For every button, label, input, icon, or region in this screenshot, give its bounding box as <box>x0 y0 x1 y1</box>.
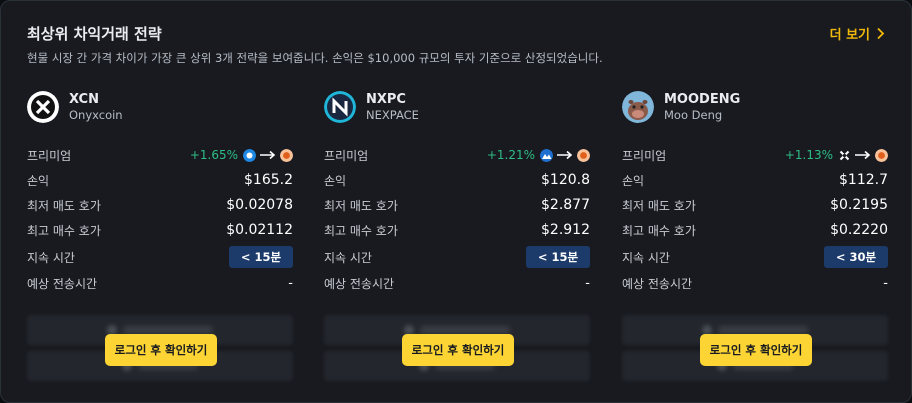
lowest-ask-value: $0.02078 <box>226 197 293 213</box>
blue-exchange-icon <box>243 148 256 162</box>
premium-label: 프리미엄 <box>324 148 369 163</box>
duration-label: 지속 시간 <box>622 250 670 265</box>
arbitrage-panel: 최상위 차익거래 전략 현물 시장 간 가격 차이가 가장 큰 상위 3개 전략… <box>0 0 912 403</box>
est-transfer-value: - <box>288 275 293 291</box>
premium-pct: +1.13% <box>784 148 833 162</box>
chevron-right-icon <box>877 27 885 40</box>
pnl-row: 손익 $165.2 <box>27 170 293 190</box>
duration-row: 지속 시간 < 15분 <box>27 246 293 268</box>
login-to-view-button[interactable]: 로그인 후 확인하기 <box>700 334 812 366</box>
premium-label: 프리미엄 <box>27 148 72 163</box>
highest-bid-row: 최고 매수 호가 $0.02112 <box>27 220 293 240</box>
mountain-exchange-icon <box>540 148 553 162</box>
duration-badge: < 15분 <box>229 246 293 268</box>
duration-label: 지속 시간 <box>324 250 372 265</box>
duration-row: 지속 시간 < 15분 <box>324 246 590 268</box>
lowest-ask-value: $0.2195 <box>830 197 888 213</box>
coin-name: NEXPACE <box>366 108 419 122</box>
est-transfer-label: 예상 전송시간 <box>324 276 395 291</box>
premium-pct: +1.65% <box>189 148 238 162</box>
est-transfer-row: 예상 전송시간 - <box>324 273 590 293</box>
pnl-label: 손익 <box>27 173 50 188</box>
coin-header: XCN Onyxcoin <box>27 87 123 127</box>
moodeng-logo-icon <box>622 91 654 123</box>
orange-exchange-icon <box>577 148 590 162</box>
est-transfer-value: - <box>883 275 888 291</box>
coin-name: Moo Deng <box>664 108 723 122</box>
highest-bid-value: $2.912 <box>541 222 590 238</box>
coin-symbol: MOODENG <box>664 92 741 107</box>
xcn-logo-icon <box>27 91 59 123</box>
cross-exchange-icon <box>839 150 850 160</box>
coin-name: Onyxcoin <box>69 108 123 122</box>
est-transfer-label: 예상 전송시간 <box>27 276 98 291</box>
panel-subtitle: 현물 시장 간 가격 차이가 가장 큰 상위 3개 전략을 보여줍니다. 손익은… <box>27 51 603 65</box>
duration-badge: < 30분 <box>824 246 888 268</box>
lowest-ask-value: $2.877 <box>541 197 590 213</box>
lowest-ask-row: 최저 매도 호가 $0.02078 <box>27 195 293 215</box>
est-transfer-row: 예상 전송시간 - <box>622 273 888 293</box>
login-to-view-button[interactable]: 로그인 후 확인하기 <box>105 334 217 366</box>
coin-header: MOODENG Moo Deng <box>622 87 740 127</box>
premium-label: 프리미엄 <box>622 148 667 163</box>
strategy-card-xcn: XCN Onyxcoin 프리미엄 +1.65% 손익 $165.2 최저 매도… <box>27 87 295 387</box>
panel-title: 최상위 차익거래 전략 <box>27 25 162 43</box>
est-transfer-row: 예상 전송시간 - <box>27 273 293 293</box>
pnl-value: $165.2 <box>244 172 293 188</box>
premium-row: 프리미엄 +1.21% <box>324 145 590 165</box>
lowest-ask-label: 최저 매도 호가 <box>622 198 696 213</box>
nxpc-logo-icon <box>324 91 356 123</box>
pnl-label: 손익 <box>622 173 645 188</box>
premium-value: +1.13% <box>785 148 888 162</box>
lowest-ask-row: 최저 매도 호가 $2.877 <box>324 195 590 215</box>
arrow-right-icon <box>855 150 871 160</box>
pnl-value: $120.8 <box>541 172 590 188</box>
highest-bid-label: 최고 매수 호가 <box>622 223 696 238</box>
premium-pct: +1.21% <box>486 148 535 162</box>
arrow-right-icon <box>260 150 276 160</box>
more-label: 더 보기 <box>829 28 870 43</box>
premium-value: +1.65% <box>190 148 293 162</box>
premium-row: 프리미엄 +1.13% <box>622 145 888 165</box>
lowest-ask-label: 최저 매도 호가 <box>324 198 398 213</box>
duration-badge: < 15분 <box>526 246 590 268</box>
highest-bid-value: $0.2220 <box>830 222 888 238</box>
premium-row: 프리미엄 +1.65% <box>27 145 293 165</box>
more-link[interactable]: 더 보기 <box>830 24 885 43</box>
premium-value: +1.21% <box>487 148 590 162</box>
coin-symbol: NXPC <box>366 92 406 107</box>
arrow-right-icon <box>557 150 573 160</box>
orange-exchange-icon <box>875 148 888 162</box>
lowest-ask-label: 최저 매도 호가 <box>27 198 101 213</box>
login-to-view-button[interactable]: 로그인 후 확인하기 <box>402 334 514 366</box>
est-transfer-label: 예상 전송시간 <box>622 276 693 291</box>
orange-exchange-icon <box>280 148 293 162</box>
pnl-row: 손익 $112.7 <box>622 170 888 190</box>
pnl-row: 손익 $120.8 <box>324 170 590 190</box>
lowest-ask-row: 최저 매도 호가 $0.2195 <box>622 195 888 215</box>
coin-symbol: XCN <box>69 92 99 107</box>
duration-label: 지속 시간 <box>27 250 75 265</box>
pnl-label: 손익 <box>324 173 347 188</box>
pnl-value: $112.7 <box>839 172 888 188</box>
coin-header: NXPC NEXPACE <box>324 87 419 127</box>
highest-bid-row: 최고 매수 호가 $2.912 <box>324 220 590 240</box>
highest-bid-label: 최고 매수 호가 <box>27 223 101 238</box>
duration-row: 지속 시간 < 30분 <box>622 246 888 268</box>
highest-bid-value: $0.02112 <box>226 222 293 238</box>
est-transfer-value: - <box>585 275 590 291</box>
highest-bid-label: 최고 매수 호가 <box>324 223 398 238</box>
strategy-card-moodeng: MOODENG Moo Deng 프리미엄 +1.13% 손익 $112.7 최… <box>622 87 890 387</box>
highest-bid-row: 최고 매수 호가 $0.2220 <box>622 220 888 240</box>
strategy-card-nxpc: NXPC NEXPACE 프리미엄 +1.21% 손익 $120.8 최저 매도… <box>324 87 592 387</box>
